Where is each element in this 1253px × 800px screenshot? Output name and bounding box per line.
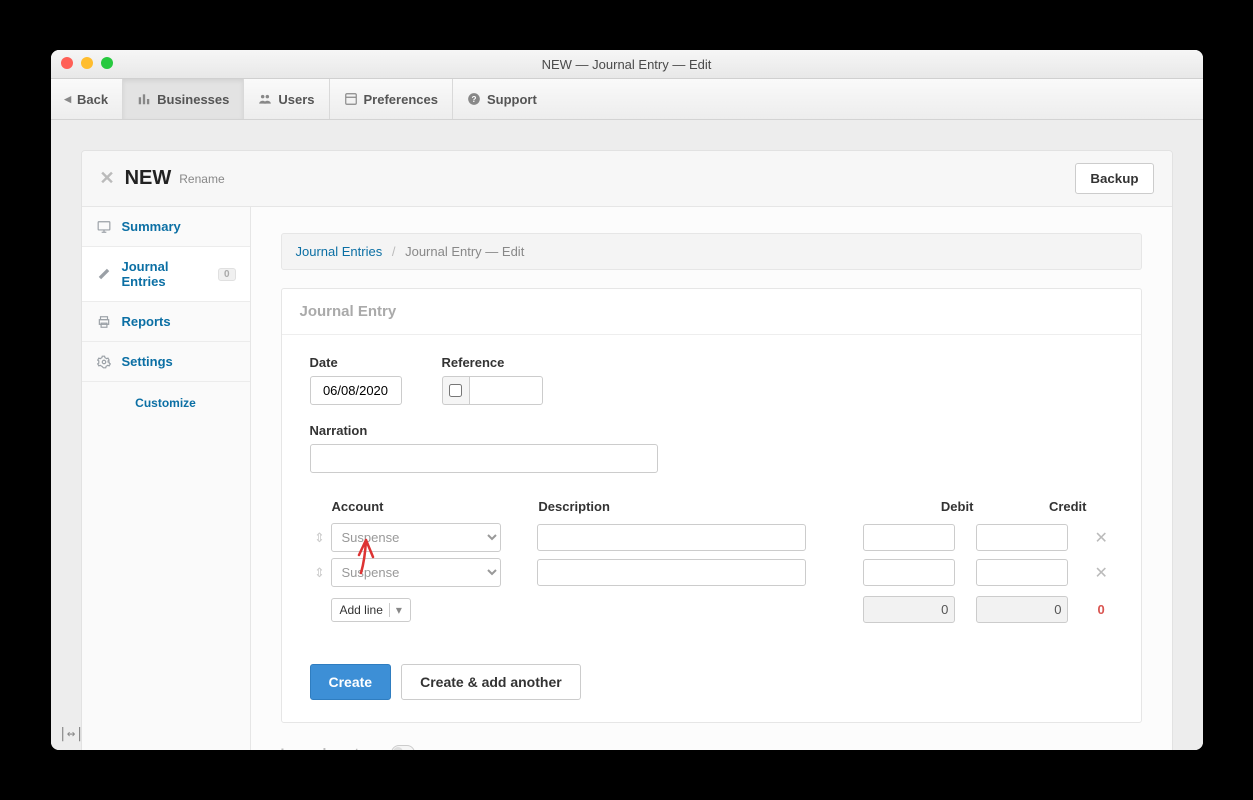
- backup-button[interactable]: Backup: [1075, 163, 1153, 194]
- pen-icon: [96, 267, 112, 281]
- users-icon: [258, 92, 272, 106]
- sidebar-item-label: Journal Entries: [122, 259, 208, 289]
- traffic-lights: [61, 57, 113, 69]
- date-label: Date: [310, 355, 402, 370]
- support-icon: ?: [467, 92, 481, 106]
- panel-actions: Create Create & add another: [282, 648, 1141, 722]
- credit-input[interactable]: [976, 524, 1068, 551]
- totals-row: Add line ▾ 0 0 0: [310, 592, 1113, 624]
- learn-toggle[interactable]: [391, 745, 415, 750]
- chevron-left-icon: ◂: [65, 91, 72, 107]
- balance-diff: 0: [1090, 602, 1105, 617]
- drag-handle-icon[interactable]: ⇕: [310, 522, 330, 553]
- breadcrumb-root[interactable]: Journal Entries: [296, 244, 383, 259]
- content-area: ✕ NEW Rename Backup Summary: [51, 120, 1203, 750]
- credit-total: 0: [976, 596, 1068, 623]
- line-row: ⇕ Suspense ✕: [310, 557, 1113, 588]
- debit-input[interactable]: [863, 559, 955, 586]
- panel-body: Date Reference: [282, 335, 1141, 648]
- printer-icon: [96, 315, 112, 329]
- sidebar-item-label: Reports: [122, 314, 171, 329]
- sidebar-item-settings[interactable]: Settings: [82, 342, 250, 382]
- tab-support[interactable]: ? Support: [453, 79, 551, 119]
- tab-businesses[interactable]: Businesses: [123, 79, 244, 119]
- drag-handle-icon[interactable]: ⇕: [310, 557, 330, 588]
- create-add-another-button[interactable]: Create & add another: [401, 664, 581, 700]
- tab-preferences[interactable]: Preferences: [330, 79, 453, 119]
- journal-entry-panel: Journal Entry Date Reference: [281, 288, 1142, 723]
- reference-field-group: Reference: [442, 355, 543, 405]
- gear-icon: [96, 355, 112, 369]
- business-name: NEW: [125, 167, 172, 190]
- description-input[interactable]: [537, 559, 806, 586]
- back-label: Back: [77, 92, 108, 107]
- caret-down-icon: ▾: [389, 603, 402, 617]
- monitor-icon: [96, 220, 112, 234]
- breadcrumb-current: Journal Entry — Edit: [405, 244, 524, 259]
- zoom-window-button[interactable]: [101, 57, 113, 69]
- window-title: NEW — Journal Entry — Edit: [51, 57, 1203, 72]
- add-line-button[interactable]: Add line ▾: [331, 598, 411, 622]
- sidebar-item-label: Summary: [122, 219, 181, 234]
- panel-title: Journal Entry: [282, 289, 1141, 335]
- debit-total: 0: [863, 596, 955, 623]
- app-window: NEW — Journal Entry — Edit ◂ Back Busine…: [51, 50, 1203, 750]
- credit-input[interactable]: [976, 559, 1068, 586]
- businesses-icon: [137, 92, 151, 106]
- line-row: ⇕ Suspense ✕: [310, 522, 1113, 553]
- sidebar: Summary Journal Entries 0 Reports: [82, 207, 251, 750]
- reference-input[interactable]: [469, 376, 543, 405]
- sidebar-item-reports[interactable]: Reports: [82, 302, 250, 342]
- tab-users[interactable]: Users: [244, 79, 329, 119]
- titlebar: NEW — Journal Entry — Edit: [51, 50, 1203, 79]
- lines-table: Account Description Debit Credit: [310, 491, 1113, 628]
- card-body: Summary Journal Entries 0 Reports: [82, 207, 1172, 750]
- businesses-label: Businesses: [157, 92, 229, 107]
- account-select[interactable]: Suspense: [331, 523, 501, 552]
- col-credit: Credit: [975, 495, 1088, 518]
- back-button[interactable]: ◂ Back: [51, 79, 124, 119]
- learn-section: Learn how to ...: [281, 745, 1142, 750]
- sidebar-item-label: Settings: [122, 354, 173, 369]
- debit-input[interactable]: [863, 524, 955, 551]
- remove-line-button[interactable]: ✕: [1089, 522, 1113, 553]
- business-card: ✕ NEW Rename Backup Summary: [81, 150, 1173, 750]
- rename-link[interactable]: Rename: [179, 172, 224, 186]
- reference-auto-checkbox-wrap: [442, 376, 469, 405]
- date-input[interactable]: [310, 376, 402, 405]
- account-select[interactable]: Suspense: [331, 558, 501, 587]
- col-debit: Debit: [862, 495, 975, 518]
- date-field-group: Date: [310, 355, 402, 405]
- support-label: Support: [487, 92, 537, 107]
- add-line-label: Add line: [340, 603, 383, 617]
- create-button[interactable]: Create: [310, 664, 392, 700]
- svg-text:?: ?: [471, 95, 476, 104]
- reference-auto-checkbox[interactable]: [449, 384, 462, 397]
- close-window-button[interactable]: [61, 57, 73, 69]
- resize-handle-icon[interactable]: |↔|: [59, 726, 84, 742]
- preferences-icon: [344, 92, 358, 106]
- learn-title: Learn how to ...: [281, 745, 384, 750]
- reference-label: Reference: [442, 355, 543, 370]
- breadcrumb-separator: /: [392, 244, 396, 259]
- users-label: Users: [278, 92, 314, 107]
- close-business-button[interactable]: ✕: [100, 168, 115, 189]
- narration-label: Narration: [310, 423, 1113, 438]
- preferences-label: Preferences: [364, 92, 438, 107]
- col-description: Description: [536, 495, 862, 518]
- description-input[interactable]: [537, 524, 806, 551]
- main-content: Journal Entries / Journal Entry — Edit J…: [251, 207, 1172, 750]
- sidebar-item-summary[interactable]: Summary: [82, 207, 250, 247]
- sidebar-badge: 0: [218, 268, 236, 281]
- minimize-window-button[interactable]: [81, 57, 93, 69]
- customize-link[interactable]: Customize: [82, 382, 250, 424]
- col-account: Account: [330, 495, 537, 518]
- narration-field-group: Narration: [310, 423, 1113, 473]
- breadcrumb: Journal Entries / Journal Entry — Edit: [281, 233, 1142, 270]
- narration-input[interactable]: [310, 444, 658, 473]
- top-toolbar: ◂ Back Businesses Users Preferences ? S: [51, 79, 1203, 120]
- remove-line-button[interactable]: ✕: [1089, 557, 1113, 588]
- sidebar-item-journal-entries[interactable]: Journal Entries 0: [82, 247, 250, 302]
- business-header: ✕ NEW Rename Backup: [82, 151, 1172, 207]
